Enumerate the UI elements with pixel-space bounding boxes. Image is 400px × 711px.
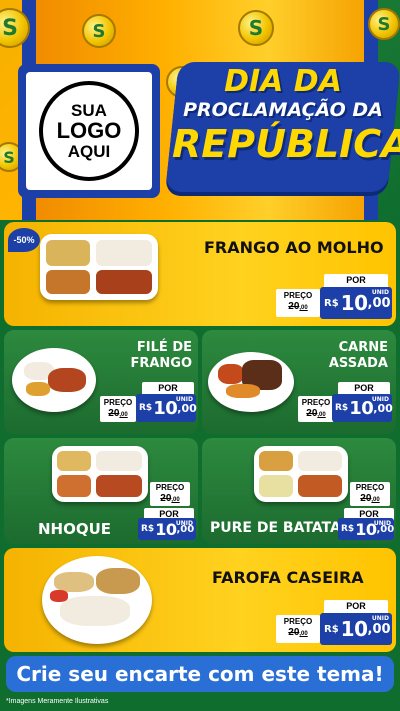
currency-symbol: R$ <box>324 623 339 635</box>
logo-text-line1: SUA <box>71 100 107 120</box>
price-value: 10 <box>340 617 368 641</box>
price-tag: R$ 10 ,00 UNID <box>320 287 392 319</box>
product-card-file-de-frango[interactable]: FILÉ DE FRANGO POR PREÇO 20,00 R$ 10 ,00… <box>4 330 198 434</box>
logo-placeholder: SUA LOGO AQUI <box>18 64 160 198</box>
product-name: PURE DE BATATA <box>210 520 341 536</box>
coin-icon: S <box>82 14 116 48</box>
old-price: 20,00 <box>306 408 326 419</box>
food-image <box>42 556 152 644</box>
preco-label: PREÇO <box>283 291 313 300</box>
price-cents: ,00 <box>177 401 197 415</box>
old-price-tag: PREÇO 20,00 <box>276 615 320 643</box>
product-name: FILÉ DE FRANGO <box>130 340 192 371</box>
old-price-tag: PREÇO 20,00 <box>298 396 334 422</box>
currency-symbol: R$ <box>335 403 349 413</box>
coin-icon: S <box>368 8 400 40</box>
price-cents: ,00 <box>373 401 393 415</box>
price-value: 10 <box>155 519 177 539</box>
title-line1: DIA DA <box>224 64 342 99</box>
unit-label: UNID <box>371 289 389 296</box>
page-title: DIA DA PROCLAMAÇÃO DA REPÚBLICA <box>172 64 400 167</box>
price-value: 10 <box>153 397 178 419</box>
old-price: 20,00 <box>288 627 308 638</box>
price-cents: ,00 <box>367 295 391 311</box>
disclaimer-text: *Imagens Meramente Ilustrativas <box>6 698 109 705</box>
old-price-tag: PREÇO 20,00 <box>350 482 390 506</box>
food-image <box>208 352 294 412</box>
preco-label: PREÇO <box>355 483 385 492</box>
price-tag: R$ 10 ,00 UNID <box>332 394 393 422</box>
price-value: 10 <box>340 291 368 315</box>
product-card-frango-ao-molho[interactable]: FRANGO AO MOLHO POR PREÇO 20,00 R$ 10 ,0… <box>4 222 396 326</box>
logo-text-line3: AQUI <box>67 141 111 161</box>
product-card-pure-de-batata[interactable]: PURE DE BATATA PREÇO 20,00 POR R$ 10 ,00… <box>202 438 396 544</box>
food-image <box>12 348 96 412</box>
product-name: CARNE ASSADA <box>328 340 388 371</box>
product-name: NHOQUE <box>38 520 112 538</box>
currency-symbol: R$ <box>341 524 355 534</box>
unit-label: UNID <box>371 396 389 403</box>
preco-label: PREÇO <box>155 483 185 492</box>
por-label: POR <box>324 274 388 287</box>
old-price: 20,00 <box>160 493 180 504</box>
price-cents: ,00 <box>367 621 391 637</box>
preco-label: PREÇO <box>283 617 313 626</box>
create-flyer-button[interactable]: Crie seu encarte com este tema! <box>6 656 394 692</box>
price-value: 10 <box>349 397 374 419</box>
title-line2: PROCLAMAÇÃO DA <box>183 99 383 121</box>
discount-badge: -50% <box>8 228 40 252</box>
old-price-tag: PREÇO 20,00 <box>276 289 320 317</box>
unit-label: UNID <box>175 396 193 403</box>
product-card-carne-assada[interactable]: CARNE ASSADA POR PREÇO 20,00 R$ 10 ,00 U… <box>202 330 396 434</box>
logo-circle: SUA LOGO AQUI <box>39 81 139 181</box>
unit-label: UNID <box>373 520 391 527</box>
price-tag: R$ 10 ,00 UNID <box>136 394 197 422</box>
price-tag: R$ 10 ,00 UNID <box>138 518 196 540</box>
unit-label: UNID <box>371 615 389 622</box>
product-name: FAROFA CASEIRA <box>212 568 364 587</box>
old-price-tag: PREÇO 20,00 <box>100 396 136 422</box>
old-price: 20,00 <box>288 301 308 312</box>
price-tag: R$ 10 ,00 UNID <box>320 613 392 645</box>
title-line3: REPÚBLICA <box>172 122 400 166</box>
currency-symbol: R$ <box>141 524 155 534</box>
old-price-tag: PREÇO 20,00 <box>150 482 190 506</box>
price-tag: R$ 10 ,00 UNID <box>338 518 394 540</box>
product-card-nhoque[interactable]: NHOQUE PREÇO 20,00 POR R$ 10 ,00 UNID <box>4 438 198 544</box>
preco-label: PREÇO <box>301 398 331 407</box>
currency-symbol: R$ <box>139 403 153 413</box>
old-price: 20,00 <box>360 493 380 504</box>
preco-label: PREÇO <box>103 398 133 407</box>
product-name: FRANGO AO MOLHO <box>204 238 384 257</box>
coin-icon: S <box>238 10 274 46</box>
food-image <box>40 234 158 300</box>
currency-symbol: R$ <box>324 297 339 309</box>
logo-text-line2: LOGO <box>56 118 122 144</box>
unit-label: UNID <box>175 520 193 527</box>
food-image <box>254 446 348 502</box>
food-image <box>52 446 148 502</box>
por-label: POR <box>324 600 388 613</box>
product-card-farofa-caseira[interactable]: FAROFA CASEIRA POR PREÇO 20,00 R$ 10 ,00… <box>4 548 396 652</box>
old-price: 20,00 <box>108 408 128 419</box>
